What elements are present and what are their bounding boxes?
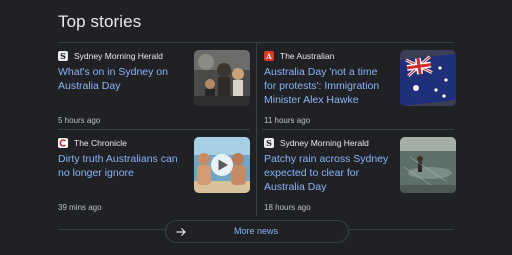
source-name: Sydney Morning Herald [280, 138, 369, 148]
svg-text:A: A [265, 52, 272, 61]
australian-flag-image[interactable] [400, 50, 456, 106]
story-card[interactable]: S Sydney Morning Herald What's on in Syd… [58, 50, 258, 132]
more-news-button[interactable]: More news [165, 220, 349, 243]
svg-text:S: S [266, 138, 272, 148]
source-name: The Australian [280, 51, 335, 61]
story-time: 11 hours ago [264, 116, 311, 125]
smh-logo-icon: S [58, 51, 68, 61]
story-source: A The Australian [264, 50, 334, 62]
story-headline[interactable]: Dirty truth Australians can no longer ig… [58, 152, 186, 180]
story-card[interactable]: A The Australian Australia Day 'not a ti… [264, 50, 464, 132]
story-headline[interactable]: Australia Day 'not a time for protests':… [264, 65, 392, 107]
story-headline[interactable]: What's on in Sydney on Australia Day [58, 65, 186, 93]
source-name: Sydney Morning Herald [74, 51, 163, 61]
story-time: 18 hours ago [264, 203, 311, 212]
top-stories-panel: Top stories S Sydney Morning Herald What… [0, 0, 512, 255]
the-australian-logo-icon: A [264, 51, 274, 61]
more-news-label: More news [234, 226, 279, 236]
beach-people-video-image[interactable] [194, 137, 250, 193]
story-headline[interactable]: Patchy rain across Sydney expected to cl… [264, 152, 392, 194]
story-card[interactable]: The Chronicle Dirty truth Australians ca… [58, 137, 258, 219]
chronicle-logo-icon [58, 138, 68, 148]
story-source: The Chronicle [58, 137, 127, 149]
smh-logo-icon: S [264, 138, 274, 148]
arrow-right-icon [175, 225, 187, 237]
story-source: S Sydney Morning Herald [264, 137, 369, 149]
svg-text:S: S [60, 51, 66, 61]
source-name: The Chronicle [74, 138, 127, 148]
crowd-performance-image[interactable] [194, 50, 250, 106]
story-time: 39 mins ago [58, 203, 102, 212]
story-time: 5 hours ago [58, 116, 101, 125]
section-title: Top stories [58, 12, 142, 31]
story-source: S Sydney Morning Herald [58, 50, 163, 62]
rain-water-image[interactable] [400, 137, 456, 193]
story-card[interactable]: S Sydney Morning Herald Patchy rain acro… [264, 137, 464, 219]
